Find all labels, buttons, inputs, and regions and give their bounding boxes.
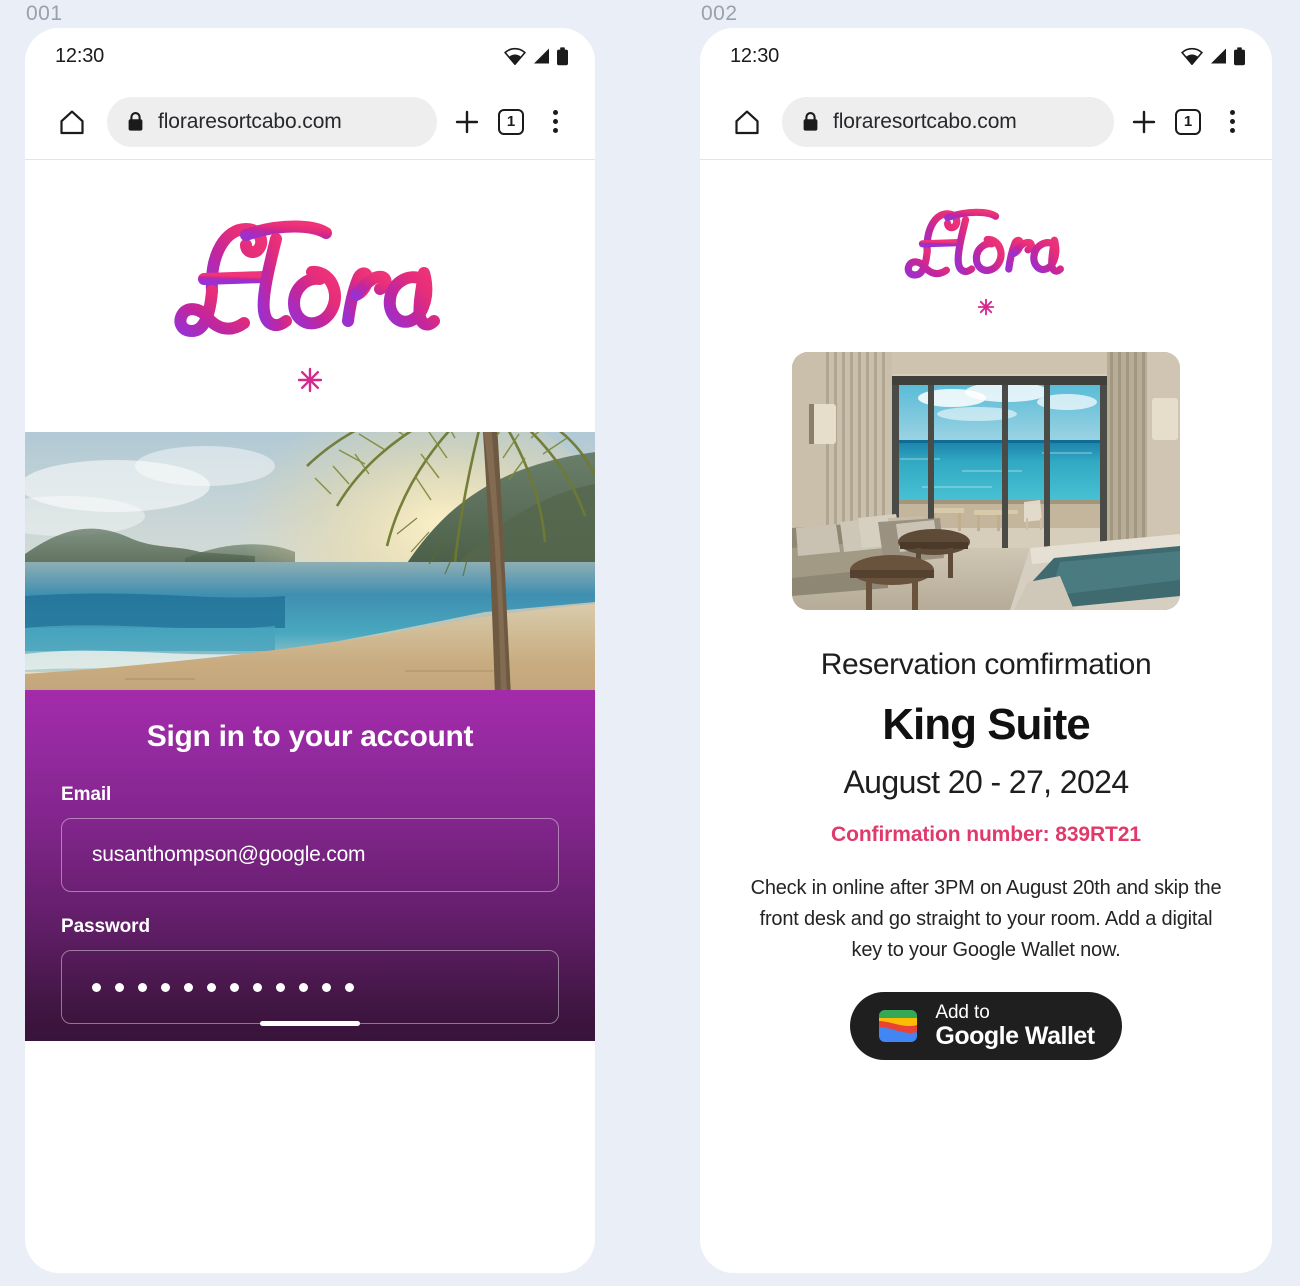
browser-toolbar: floraresortcabo.com 1 <box>700 84 1272 160</box>
home-indicator[interactable] <box>260 1021 360 1026</box>
reservation-confirmation-content: Reservation comfirmation King Suite Augu… <box>700 352 1272 1273</box>
battery-icon <box>557 46 568 65</box>
url-text: floraresortcabo.com <box>833 109 1017 133</box>
email-field[interactable]: susanthompson@google.com <box>61 818 559 892</box>
frame-label-002: 002 <box>701 2 738 25</box>
wallet-line-1: Add to <box>935 1001 990 1023</box>
status-icons <box>504 46 569 66</box>
screenshot-canvas: 001 12:30 floraresortcabo.com 1 Sign in … <box>0 0 1300 1286</box>
wallet-line-2: Google Wallet <box>935 1021 1095 1050</box>
status-bar: 12:30 <box>700 28 1272 84</box>
wifi-icon <box>504 47 526 65</box>
signal-icon <box>534 48 549 64</box>
signin-panel: Sign in to your account Email susanthomp… <box>25 690 595 1041</box>
lock-icon <box>803 112 818 131</box>
browser-menu-button[interactable] <box>533 100 577 144</box>
lock-icon <box>128 112 143 131</box>
phone-mockup-signin: 12:30 floraresortcabo.com 1 Sign in to y… <box>25 28 595 1273</box>
more-vertical-icon <box>1229 110 1235 133</box>
add-to-google-wallet-button[interactable]: Add to Google Wallet <box>850 992 1122 1060</box>
signal-icon <box>1211 48 1226 64</box>
tab-count-badge: 1 <box>1175 108 1201 135</box>
battery-icon <box>1234 46 1245 65</box>
status-bar: 12:30 <box>25 28 595 84</box>
new-tab-button[interactable] <box>445 100 489 144</box>
plus-icon <box>1132 110 1156 133</box>
beach-palm-sunset-illustration <box>25 432 595 690</box>
password-field[interactable] <box>61 950 559 1024</box>
room-name: King Suite <box>882 700 1091 749</box>
tab-switcher-button[interactable]: 1 <box>1166 100 1210 144</box>
home-icon <box>60 110 84 134</box>
home-icon <box>735 110 759 134</box>
asterisk-flower-icon <box>977 298 995 316</box>
google-wallet-icon <box>879 1010 918 1042</box>
status-time: 12:30 <box>730 44 780 67</box>
wifi-icon <box>1181 47 1203 65</box>
hotel-room-ocean-view-illustration <box>792 352 1180 610</box>
hero-beach-image <box>25 432 595 690</box>
reservation-subtitle: Reservation comfirmation <box>820 648 1152 681</box>
signin-title: Sign in to your account <box>146 720 474 753</box>
brand-logo-area <box>700 160 1272 352</box>
tab-count-badge: 1 <box>498 108 524 135</box>
browser-toolbar: floraresortcabo.com 1 <box>25 84 595 160</box>
room-photo <box>792 352 1180 610</box>
address-bar[interactable]: floraresortcabo.com <box>782 96 1114 147</box>
email-label: Email <box>61 784 112 805</box>
url-text: floraresortcabo.com <box>158 109 342 133</box>
phone-mockup-confirmation: 12:30 floraresortcabo.com 1 Reservation … <box>700 28 1272 1273</box>
asterisk-flower-icon <box>297 367 323 393</box>
reservation-dates: August 20 - 27, 2024 <box>843 764 1129 800</box>
email-value: susanthompson@google.com <box>92 843 366 866</box>
brand-logo-area <box>25 160 595 432</box>
browser-menu-button[interactable] <box>1210 100 1254 144</box>
checkin-note: Check in online after 3PM on August 20th… <box>750 877 1222 961</box>
password-label: Password <box>61 916 150 937</box>
address-bar[interactable]: floraresortcabo.com <box>107 96 437 147</box>
more-vertical-icon <box>552 110 558 133</box>
password-masked-value <box>92 982 354 992</box>
home-button[interactable] <box>724 107 770 137</box>
tab-switcher-button[interactable]: 1 <box>489 100 533 144</box>
wallet-button-text: Add to Google Wallet <box>935 1001 1095 1050</box>
flora-wordmark-logo <box>174 220 440 337</box>
frame-label-001: 001 <box>26 2 63 25</box>
plus-icon <box>455 110 479 133</box>
status-time: 12:30 <box>55 44 105 67</box>
status-icons <box>1181 46 1246 66</box>
home-button[interactable] <box>49 107 95 137</box>
new-tab-button[interactable] <box>1122 100 1166 144</box>
flora-wordmark-logo <box>904 208 1064 279</box>
confirmation-number: Confirmation number: 839RT21 <box>831 823 1141 846</box>
